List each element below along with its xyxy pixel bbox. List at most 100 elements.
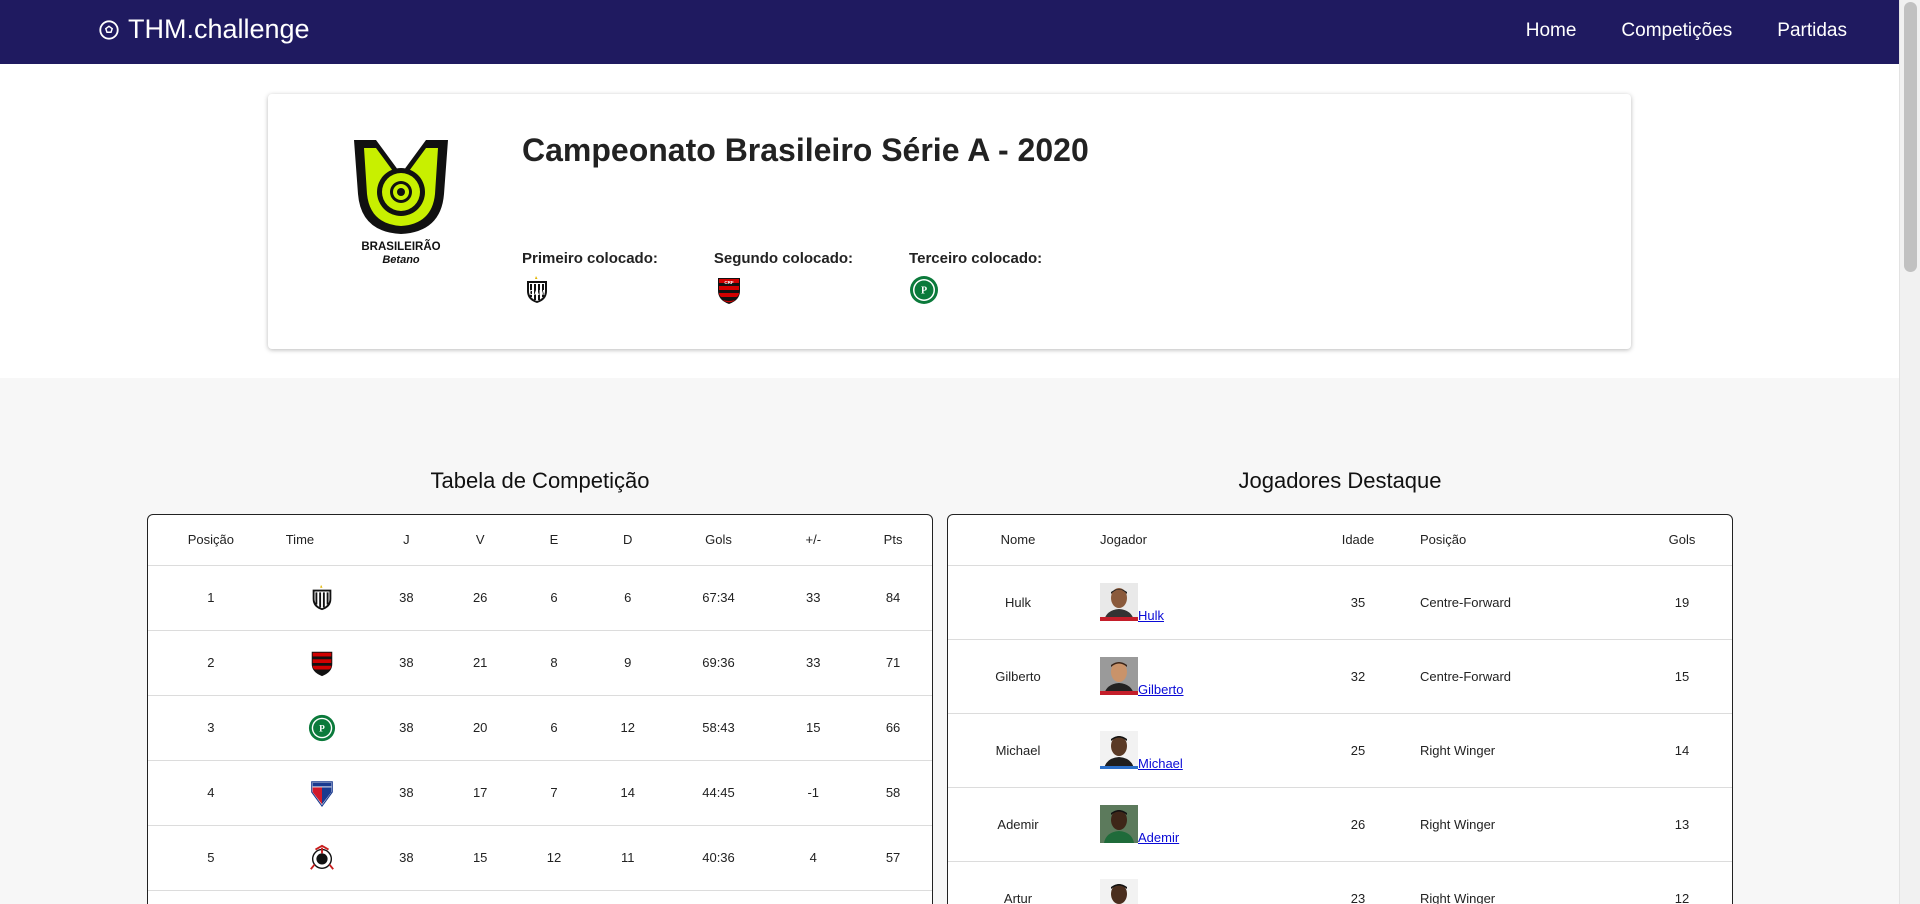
player-photo: [1100, 879, 1138, 904]
cell-e: 7: [517, 760, 591, 826]
soccer-ball-icon: [99, 19, 119, 40]
player-link[interactable]: Michael: [1138, 756, 1183, 771]
cell-posicao: 2: [148, 630, 274, 696]
placing-third: Terceiro colocado: P: [909, 250, 1042, 305]
nav-link-competicoes[interactable]: Competições: [1621, 20, 1732, 42]
header-posicao[interactable]: Posição: [148, 515, 274, 566]
header-v[interactable]: V: [443, 515, 518, 566]
player-link[interactable]: Hulk: [1138, 608, 1164, 623]
logo-subtext: Betano: [382, 254, 420, 264]
cell-d: 12: [590, 695, 665, 761]
cell-nome: Artur: [948, 861, 1088, 904]
page-scrollbar[interactable]: [1899, 0, 1920, 904]
placing-label: Terceiro colocado:: [909, 250, 1043, 267]
cell-e: 6: [517, 565, 591, 631]
cell-j: 38: [369, 825, 444, 891]
cell-pts: 84: [854, 565, 932, 631]
header-pts[interactable]: Pts: [854, 515, 932, 566]
atletico-mineiro-crest-icon[interactable]: CAM: [522, 275, 552, 305]
scrollbar-thumb[interactable]: [1904, 2, 1917, 272]
cell-e: 8: [517, 630, 591, 696]
header-e[interactable]: E: [517, 515, 591, 566]
header-jogador[interactable]: Jogador: [1088, 515, 1308, 566]
cell-jogador: Hulk: [1088, 565, 1308, 640]
cell-saldo: 4: [772, 825, 855, 891]
cell-gols: 12: [1632, 861, 1732, 904]
cell-jogador: Ademir: [1088, 787, 1308, 862]
cell-v: 17: [443, 760, 518, 826]
cell-d: 11: [590, 825, 665, 891]
table-header-row: Nome Jogador Idade Posição Gols: [948, 515, 1732, 566]
cell-j: 38: [369, 630, 444, 696]
flamengo-crest-icon[interactable]: [308, 649, 336, 677]
cell-v: 26: [443, 565, 518, 631]
header-time[interactable]: Time: [273, 515, 370, 566]
cell-v: 20: [443, 695, 518, 761]
cell-posicao: 1: [148, 565, 274, 631]
table-row[interactable]: Gilberto Gilberto 32 Centre-Forward 15: [948, 639, 1732, 714]
header-d[interactable]: D: [590, 515, 665, 566]
nav-link-home[interactable]: Home: [1526, 20, 1577, 42]
cell-j: 38: [369, 565, 444, 631]
svg-text:CAM: CAM: [529, 290, 545, 297]
player-link[interactable]: Ademir: [1138, 830, 1179, 845]
table-row[interactable]: 3 P 38 20 6 12 58:43 15 66: [148, 695, 932, 761]
header-gols[interactable]: Gols: [1632, 515, 1732, 566]
table-row[interactable]: 1 38 26 6 6 67:34 33 84: [148, 565, 932, 631]
palmeiras-crest-icon[interactable]: P: [308, 714, 336, 742]
flamengo-crest-icon[interactable]: CRF: [714, 275, 744, 305]
header-idade[interactable]: Idade: [1308, 515, 1408, 566]
cell-nome: Michael: [948, 713, 1088, 788]
header-saldo[interactable]: +/-: [772, 515, 855, 566]
top-navbar: THM.challenge Home Competições Partidas: [0, 0, 1899, 64]
cell-posicao: 4: [148, 760, 274, 826]
corinthians-crest-icon[interactable]: [308, 844, 336, 872]
palmeiras-crest-icon[interactable]: P: [909, 275, 939, 305]
table-row[interactable]: 5 38 15 12 11 40:36 4 57: [148, 825, 932, 891]
cell-idade: 32: [1308, 639, 1408, 714]
cell-pts: 58: [854, 760, 932, 826]
placing-second: Segundo colocado: CRF: [714, 250, 853, 305]
standings-title: Tabela de Competição: [430, 468, 650, 493]
cell-saldo: 15: [772, 695, 855, 761]
cell-gols: 69:36: [664, 630, 773, 696]
cell-saldo: 33: [772, 565, 855, 631]
header-gols[interactable]: Gols: [664, 515, 773, 566]
cell-idade: 23: [1308, 861, 1408, 904]
cell-time: P: [273, 695, 370, 761]
header-nome[interactable]: Nome: [948, 515, 1088, 566]
cell-nome: Gilberto: [948, 639, 1088, 714]
cell-e: 6: [517, 695, 591, 761]
cell-idade: 25: [1308, 713, 1408, 788]
table-row[interactable]: Ademir Ademir 26 Right Winger 13: [948, 787, 1732, 862]
placing-label: Primeiro colocado:: [522, 250, 658, 267]
cell-v: 15: [443, 825, 518, 891]
atletico-mineiro-crest-icon[interactable]: [308, 584, 336, 612]
table-row[interactable]: 2 38 21 8 9 69:36 33 71: [148, 630, 932, 696]
placings: Primeiro colocado: CAM Segundo colocado:…: [522, 250, 1042, 305]
nav-link-partidas[interactable]: Partidas: [1777, 20, 1847, 42]
cell-j: 38: [369, 695, 444, 761]
cell-pts: 66: [854, 695, 932, 761]
table-header-row: Posição Time J V E D Gols +/- Pts: [148, 515, 932, 566]
cell-posicao: Right Winger: [1408, 787, 1632, 862]
table-row[interactable]: Michael Michael 25 Right Winger 14: [948, 713, 1732, 788]
cell-gols: 40:36: [664, 825, 773, 891]
header-posicao[interactable]: Posição: [1408, 515, 1632, 566]
cell-v: 21: [443, 630, 518, 696]
brand[interactable]: THM.challenge: [98, 14, 310, 45]
fortaleza-crest-icon[interactable]: [308, 779, 336, 807]
table-row[interactable]: Hulk Hulk 35 Centre-Forward 19: [948, 565, 1732, 640]
table-row[interactable]: 4 38 17 7 14 44:45 -1 58: [148, 760, 932, 826]
cell-posicao: 3: [148, 695, 274, 761]
cell-e: 12: [517, 825, 591, 891]
logo-text: BRASILEIRÃO: [361, 240, 440, 253]
table-row[interactable]: Artur 23 Right Winger 12: [948, 861, 1732, 904]
cell-gols: 58:43: [664, 695, 773, 761]
cell-j: 38: [369, 760, 444, 826]
svg-text:P: P: [921, 286, 927, 297]
player-link[interactable]: Gilberto: [1138, 682, 1184, 697]
cell-idade: 35: [1308, 565, 1408, 640]
players-title: Jogadores Destaque: [1238, 468, 1442, 493]
header-j[interactable]: J: [369, 515, 444, 566]
